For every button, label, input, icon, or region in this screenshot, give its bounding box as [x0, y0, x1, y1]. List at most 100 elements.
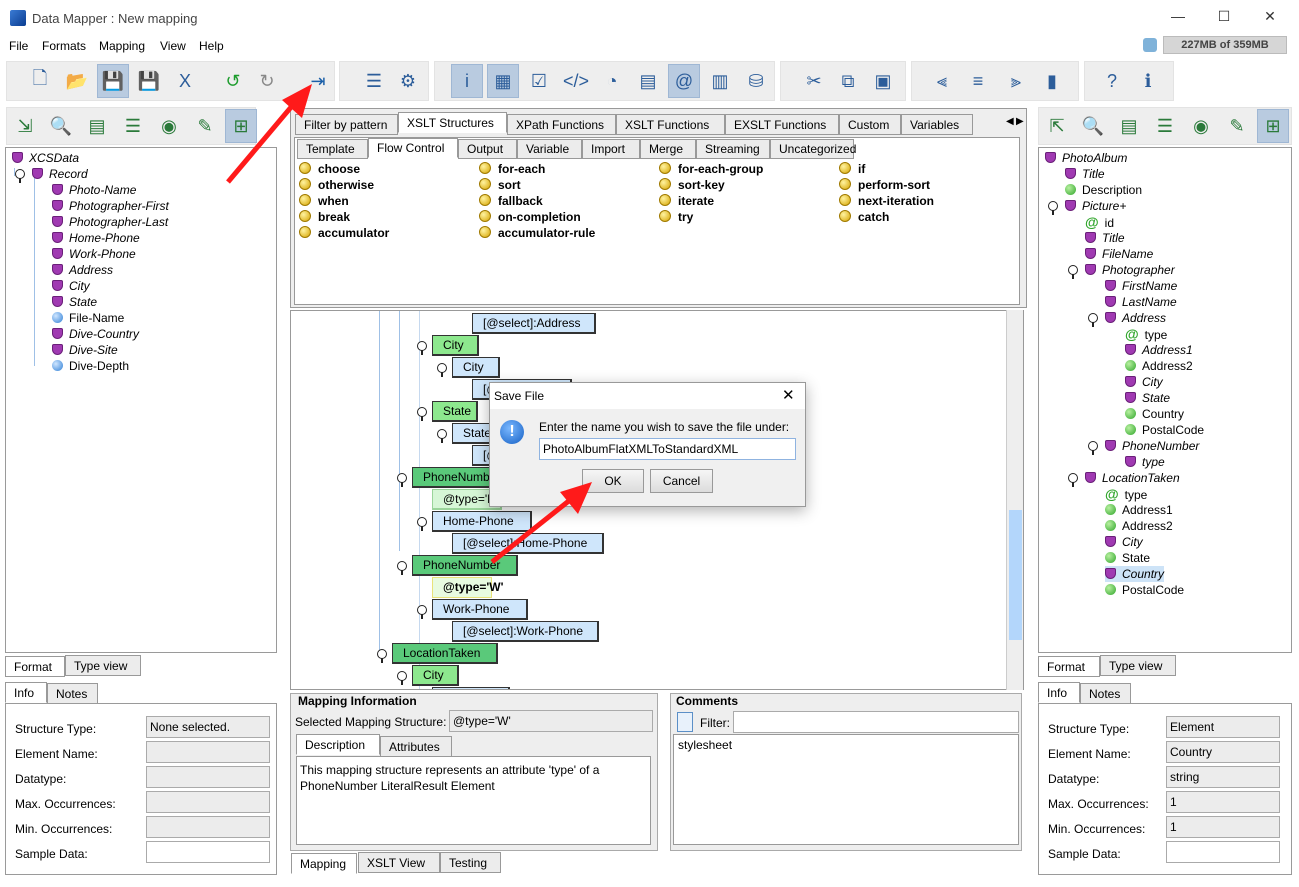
palette-item-break[interactable]: break: [299, 210, 350, 224]
mapping-node[interactable]: State: [432, 401, 478, 422]
copy-button[interactable]: ⧉: [832, 64, 864, 98]
menu-view[interactable]: View: [160, 39, 186, 53]
import-button[interactable]: ⇲: [9, 109, 41, 143]
subtab-output[interactable]: Output: [458, 139, 517, 159]
palette-item-on-completion[interactable]: on-completion: [479, 210, 581, 224]
tree-select-button[interactable]: ⊞: [1257, 109, 1289, 143]
palette-item-try[interactable]: try: [659, 210, 693, 224]
expand-toggle-icon[interactable]: [397, 671, 407, 685]
tree-node[interactable]: City: [1105, 534, 1143, 550]
tree-node[interactable]: LocationTaken: [1085, 470, 1180, 486]
tree-node[interactable]: Picture+: [1065, 198, 1126, 214]
mapping-node[interactable]: State: [452, 423, 492, 444]
search-replace-button[interactable]: 🔍: [45, 109, 77, 143]
expand-toggle-icon[interactable]: [377, 649, 387, 663]
search-replace-button[interactable]: 🔍: [1077, 109, 1109, 143]
menu-formats[interactable]: Formats: [42, 39, 86, 53]
tree-select-button[interactable]: ⊞: [225, 109, 257, 143]
at-symbol-button[interactable]: @: [668, 64, 700, 98]
tree-node[interactable]: Photographer-Last: [52, 214, 168, 230]
tree-node[interactable]: State: [1125, 390, 1170, 406]
tree-node[interactable]: Country: [1105, 566, 1165, 582]
cut-button[interactable]: ✂: [798, 64, 830, 98]
tree-node[interactable]: State: [52, 294, 97, 310]
palette-item-when[interactable]: when: [299, 194, 349, 208]
palette-item-for-each[interactable]: for-each: [479, 162, 545, 176]
paste-button[interactable]: ▣: [867, 64, 899, 98]
comments-filter-input[interactable]: [733, 711, 1019, 733]
minimize-button[interactable]: —: [1168, 8, 1188, 28]
expand-toggle-icon[interactable]: [437, 363, 447, 377]
tab-description[interactable]: Description: [296, 734, 380, 755]
tree-node[interactable]: City: [52, 278, 90, 294]
color-columns-button[interactable]: ▮: [1036, 64, 1068, 98]
tree-node[interactable]: PhotoAlbum: [1045, 150, 1127, 166]
open-folder-button[interactable]: 📂: [61, 64, 93, 98]
subtab-streaming[interactable]: Streaming: [696, 139, 770, 159]
expand-toggle-icon[interactable]: [1068, 265, 1078, 279]
palette-item-accumulator[interactable]: accumulator: [299, 226, 389, 240]
checklist-button[interactable]: ☑: [523, 64, 555, 98]
tree-node[interactable]: Dive-Country: [52, 326, 139, 342]
align-center-button[interactable]: ≡: [962, 64, 994, 98]
tree-node[interactable]: Photographer-First: [52, 198, 169, 214]
tab-scroll-right-icon[interactable]: ▶: [1016, 116, 1024, 127]
palette-item-fallback[interactable]: fallback: [479, 194, 543, 208]
edit-button[interactable]: ✎: [1221, 109, 1253, 143]
subtab-merge[interactable]: Merge: [640, 139, 696, 159]
tab-format-left[interactable]: Format: [5, 656, 65, 677]
palette-item-sort[interactable]: sort: [479, 178, 521, 192]
new-file-button[interactable]: 🗋: [24, 64, 56, 98]
tree-node[interactable]: FileName: [1085, 246, 1153, 262]
export-xls-button[interactable]: X: [169, 64, 201, 98]
garbage-collect-icon[interactable]: [1143, 38, 1157, 52]
about-button[interactable]: ℹ: [1132, 64, 1164, 98]
tree-node[interactable]: Address: [1105, 310, 1166, 326]
subtab-template[interactable]: Template: [297, 139, 368, 159]
save-timer-button[interactable]: ◔: [596, 64, 628, 98]
maximize-button[interactable]: ☐: [1214, 8, 1234, 28]
tree-node[interactable]: Address2: [1125, 358, 1193, 374]
comments-list[interactable]: stylesheet: [673, 734, 1019, 845]
tab-scroll-left-icon[interactable]: ◀: [1006, 116, 1014, 127]
tab-format-right[interactable]: Format: [1038, 656, 1100, 677]
mapping-node[interactable]: [@select]:Home-Phone: [452, 533, 604, 554]
tree-node[interactable]: Photo-Name: [52, 182, 136, 198]
expand-toggle-icon[interactable]: [1088, 441, 1098, 455]
menu-file[interactable]: File: [9, 39, 28, 53]
subtab-import[interactable]: Import: [582, 139, 640, 159]
tab-exslt-functions[interactable]: EXSLT Functions: [725, 114, 839, 135]
expand-toggle-icon[interactable]: [1068, 473, 1078, 487]
save-button[interactable]: 💾: [97, 64, 129, 98]
tab-notes-right[interactable]: Notes: [1080, 683, 1131, 704]
color-view-button[interactable]: ▦: [487, 64, 519, 98]
palette-item-sort-key[interactable]: sort-key: [659, 178, 725, 192]
align-left-button[interactable]: ⫷: [926, 64, 958, 98]
mapping-node[interactable]: Home-Phone: [432, 511, 532, 532]
palette-item-otherwise[interactable]: otherwise: [299, 178, 374, 192]
database-button[interactable]: ⛁: [740, 64, 772, 98]
mapping-node[interactable]: Work-Phone: [432, 599, 528, 620]
tab-mapping[interactable]: Mapping: [291, 853, 357, 874]
source-tree[interactable]: XCSData Record Photo-Name Photographer-Firs…: [5, 147, 277, 653]
add-mapping-button[interactable]: ☰: [358, 64, 390, 98]
mapping-node[interactable]: [@select]:Address: [472, 313, 596, 334]
tree-node[interactable]: Address: [52, 262, 113, 278]
tab-filter-by-pattern[interactable]: Filter by pattern: [295, 114, 398, 135]
palette-item-catch[interactable]: catch: [839, 210, 889, 224]
tree-node[interactable]: Dive-Site: [52, 342, 118, 358]
tree-node[interactable]: Title: [1065, 166, 1105, 182]
expand-toggle-icon[interactable]: [417, 341, 427, 355]
subtab-uncategorized[interactable]: Uncategorized: [770, 139, 856, 159]
tree-node[interactable]: Photographer: [1085, 262, 1175, 278]
ok-button[interactable]: OK: [582, 469, 644, 493]
mapping-node[interactable]: City: [432, 335, 479, 356]
tab-testing[interactable]: Testing: [440, 852, 501, 873]
target-tree[interactable]: PhotoAlbum Title Description Picture+ @ id Tit…: [1038, 147, 1292, 653]
tab-xslt-structures[interactable]: XSLT Structures: [398, 112, 507, 133]
menu-help[interactable]: Help: [199, 39, 224, 53]
tree-node[interactable]: @ type: [1125, 326, 1167, 342]
mapping-node[interactable]: City: [452, 357, 500, 378]
mapping-node[interactable]: [432, 687, 510, 689]
tree-node[interactable]: City: [1125, 374, 1163, 390]
